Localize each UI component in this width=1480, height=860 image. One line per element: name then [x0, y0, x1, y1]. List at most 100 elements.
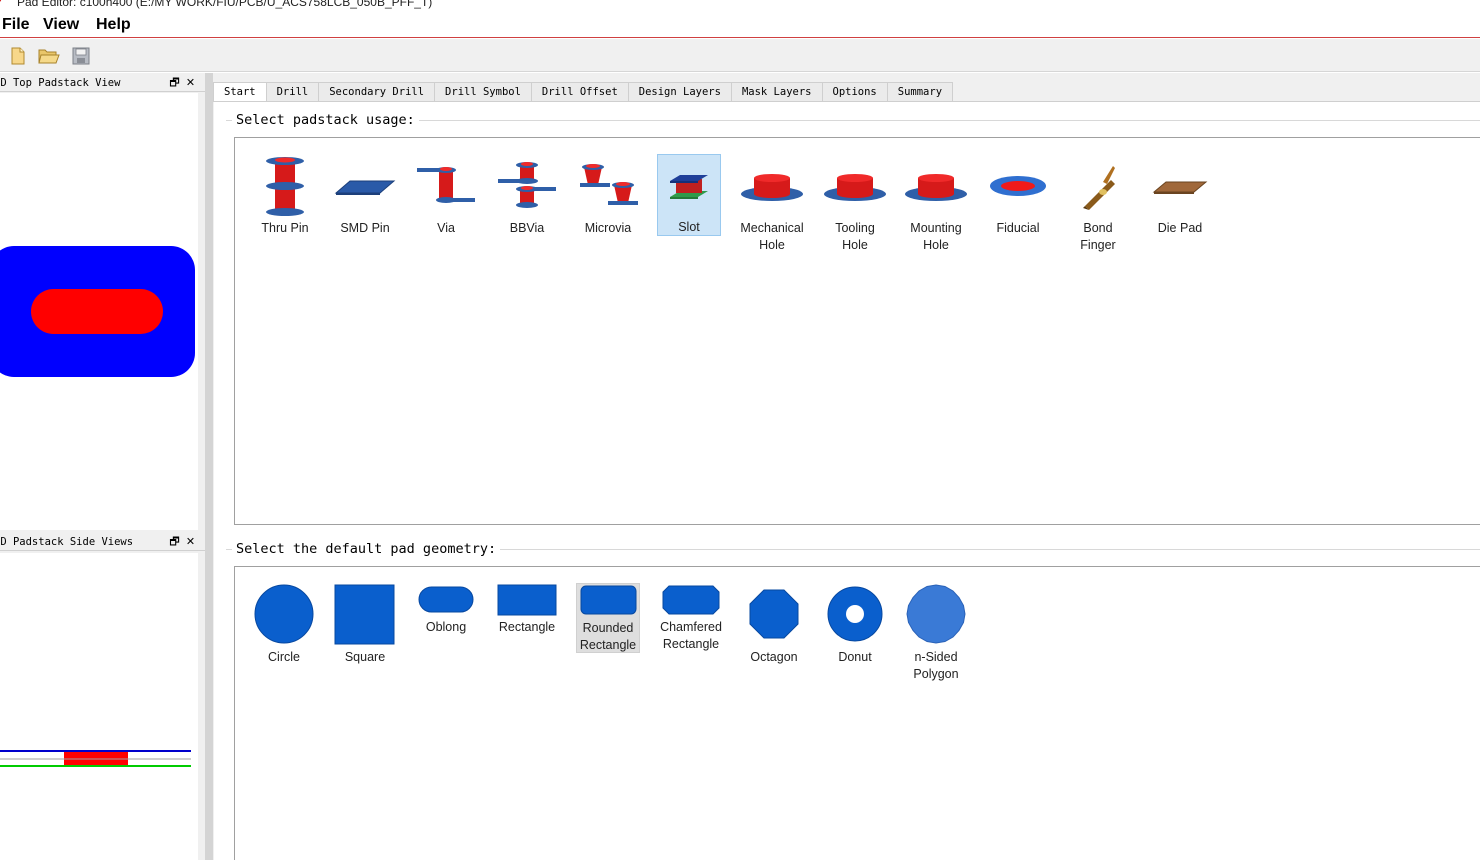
save-disk-icon [72, 47, 90, 65]
geometry-label: Octagon [750, 650, 798, 664]
usage-label: Slot [678, 220, 700, 234]
geometry-label: Circle [268, 650, 300, 664]
usage-label-line2: Hole [759, 238, 785, 252]
geometry-label: Rounded [582, 621, 634, 635]
usage-label-line2: Finger [1080, 238, 1116, 252]
side-view-drawing [0, 750, 191, 767]
thru-pin-icon [266, 157, 304, 216]
close-icon[interactable]: ✕ [184, 535, 197, 548]
save-button[interactable] [70, 45, 92, 67]
microvia-icon [580, 164, 638, 205]
usage-label: SMD Pin [340, 221, 390, 235]
usage-mounting-hole[interactable]: Mounting Hole [904, 152, 968, 254]
top-view-panel-header: 2D Top Padstack View 🗗 ✕ [0, 74, 205, 92]
menu-view[interactable]: View [43, 16, 79, 34]
rectangle-icon [497, 584, 557, 616]
geometry-rectangle[interactable]: Rectangle [495, 584, 559, 636]
tab-start[interactable]: Start [213, 82, 267, 102]
menu-help[interactable]: Help [96, 16, 131, 34]
top-view-canvas[interactable] [0, 93, 198, 530]
tooling-hole-icon [824, 174, 886, 201]
usage-label: Bond [1083, 221, 1113, 235]
circle-icon [254, 584, 314, 644]
open-folder-icon [38, 49, 60, 64]
geometry-label-line2: Rectangle [579, 638, 637, 652]
usage-slot[interactable]: Slot [657, 154, 721, 236]
open-button[interactable] [38, 45, 60, 67]
usage-label: BBVia [509, 221, 545, 235]
side-view-canvas[interactable] [0, 553, 198, 860]
tab-drill-symbol[interactable]: Drill Symbol [434, 82, 532, 101]
tab-options[interactable]: Options [821, 82, 888, 101]
dock-splitter[interactable] [205, 73, 213, 860]
geometry-chamfered-rectangle[interactable]: Chamfered Rectangle [659, 584, 723, 653]
usage-label: Mechanical [740, 221, 804, 235]
side-view-panel-title: 2D Padstack Side Views [0, 536, 134, 548]
donut-icon [827, 586, 883, 642]
usage-via[interactable]: Via [414, 152, 478, 237]
usage-mechanical-hole[interactable]: Mechanical Hole [740, 152, 804, 254]
float-icon[interactable]: 🗗 [168, 535, 181, 548]
mechanical-hole-icon [741, 174, 803, 201]
usage-bond-finger[interactable]: Bond Finger [1066, 152, 1130, 254]
new-file-icon [11, 47, 25, 65]
mounting-hole-icon [905, 174, 967, 201]
tab-mask-layers[interactable]: Mask Layers [730, 82, 823, 101]
menu-file[interactable]: File [2, 16, 30, 34]
usage-heading: Select padstack usage: [232, 112, 419, 128]
usage-microvia[interactable]: Microvia [576, 152, 640, 237]
usage-bbvia[interactable]: BBVia [495, 152, 559, 237]
oblong-icon [418, 586, 474, 613]
tab-secondary-drill[interactable]: Secondary Drill [318, 82, 436, 101]
top-view-panel-title: 2D Top Padstack View [0, 77, 121, 89]
usage-thru-pin[interactable]: Thru Pin [253, 152, 317, 237]
app-icon: ⁄ [0, 0, 10, 10]
die-pad-icon [1152, 181, 1208, 194]
tab-drill[interactable]: Drill [265, 82, 320, 101]
usage-label-line2: Hole [842, 238, 868, 252]
via-icon [417, 167, 475, 203]
geometry-label-line2: Polygon [913, 667, 959, 681]
tab-drill-offset[interactable]: Drill Offset [530, 82, 629, 101]
slot-drill-shape [31, 289, 163, 334]
window-title: Pad Editor: c100h400 (E:/MY WORK/FIU/PCB… [17, 0, 433, 9]
geometry-label: n-Sided [914, 650, 958, 664]
usage-label: Tooling [835, 221, 875, 235]
tab-summary[interactable]: Summary [886, 82, 954, 101]
usage-label: Mounting [910, 221, 962, 235]
usage-fiducial[interactable]: Fiducial [986, 152, 1050, 237]
bbvia-icon [498, 162, 556, 208]
geometry-octagon[interactable]: Octagon [742, 584, 806, 666]
octagon-icon [749, 589, 799, 639]
n-sided-polygon-icon [906, 584, 966, 644]
usage-label: Thru Pin [261, 221, 309, 235]
new-button[interactable] [7, 45, 29, 67]
fiducial-icon [990, 176, 1046, 196]
geometry-n-sided-polygon[interactable]: n-Sided Polygon [904, 584, 968, 683]
geometry-label: Donut [838, 650, 872, 664]
usage-label: Fiducial [996, 221, 1040, 235]
geometry-label: Chamfered [660, 620, 722, 634]
geometry-oblong[interactable]: Oblong [414, 584, 478, 636]
geometry-heading: Select the default pad geometry: [232, 541, 501, 557]
float-icon[interactable]: 🗗 [168, 76, 181, 89]
title-bar: ⁄ Pad Editor: c100h400 (E:/MY WORK/FIU/P… [0, 0, 1480, 14]
geometry-donut[interactable]: Donut [823, 584, 887, 666]
chamfered-rectangle-icon [662, 585, 720, 615]
usage-tooling-hole[interactable]: Tooling Hole [823, 152, 887, 254]
usage-label: Die Pad [1157, 221, 1203, 235]
usage-smd-pin[interactable]: SMD Pin [333, 152, 397, 237]
usage-label-line2: Hole [923, 238, 949, 252]
geometry-circle[interactable]: Circle [252, 584, 316, 666]
geometry-label: Oblong [425, 620, 467, 634]
rounded-rectangle-icon [580, 585, 637, 615]
usage-label: Microvia [584, 221, 632, 235]
geometry-rounded-rectangle[interactable]: Rounded Rectangle [576, 583, 640, 653]
geometry-square[interactable]: Square [333, 584, 397, 666]
close-icon[interactable]: ✕ [184, 76, 197, 89]
tab-design-layers[interactable]: Design Layers [627, 82, 732, 101]
menu-bar: File View Help [0, 14, 1480, 38]
toolbar [0, 39, 1480, 72]
usage-die-pad[interactable]: Die Pad [1148, 152, 1212, 237]
top-view-drawing [0, 246, 195, 377]
